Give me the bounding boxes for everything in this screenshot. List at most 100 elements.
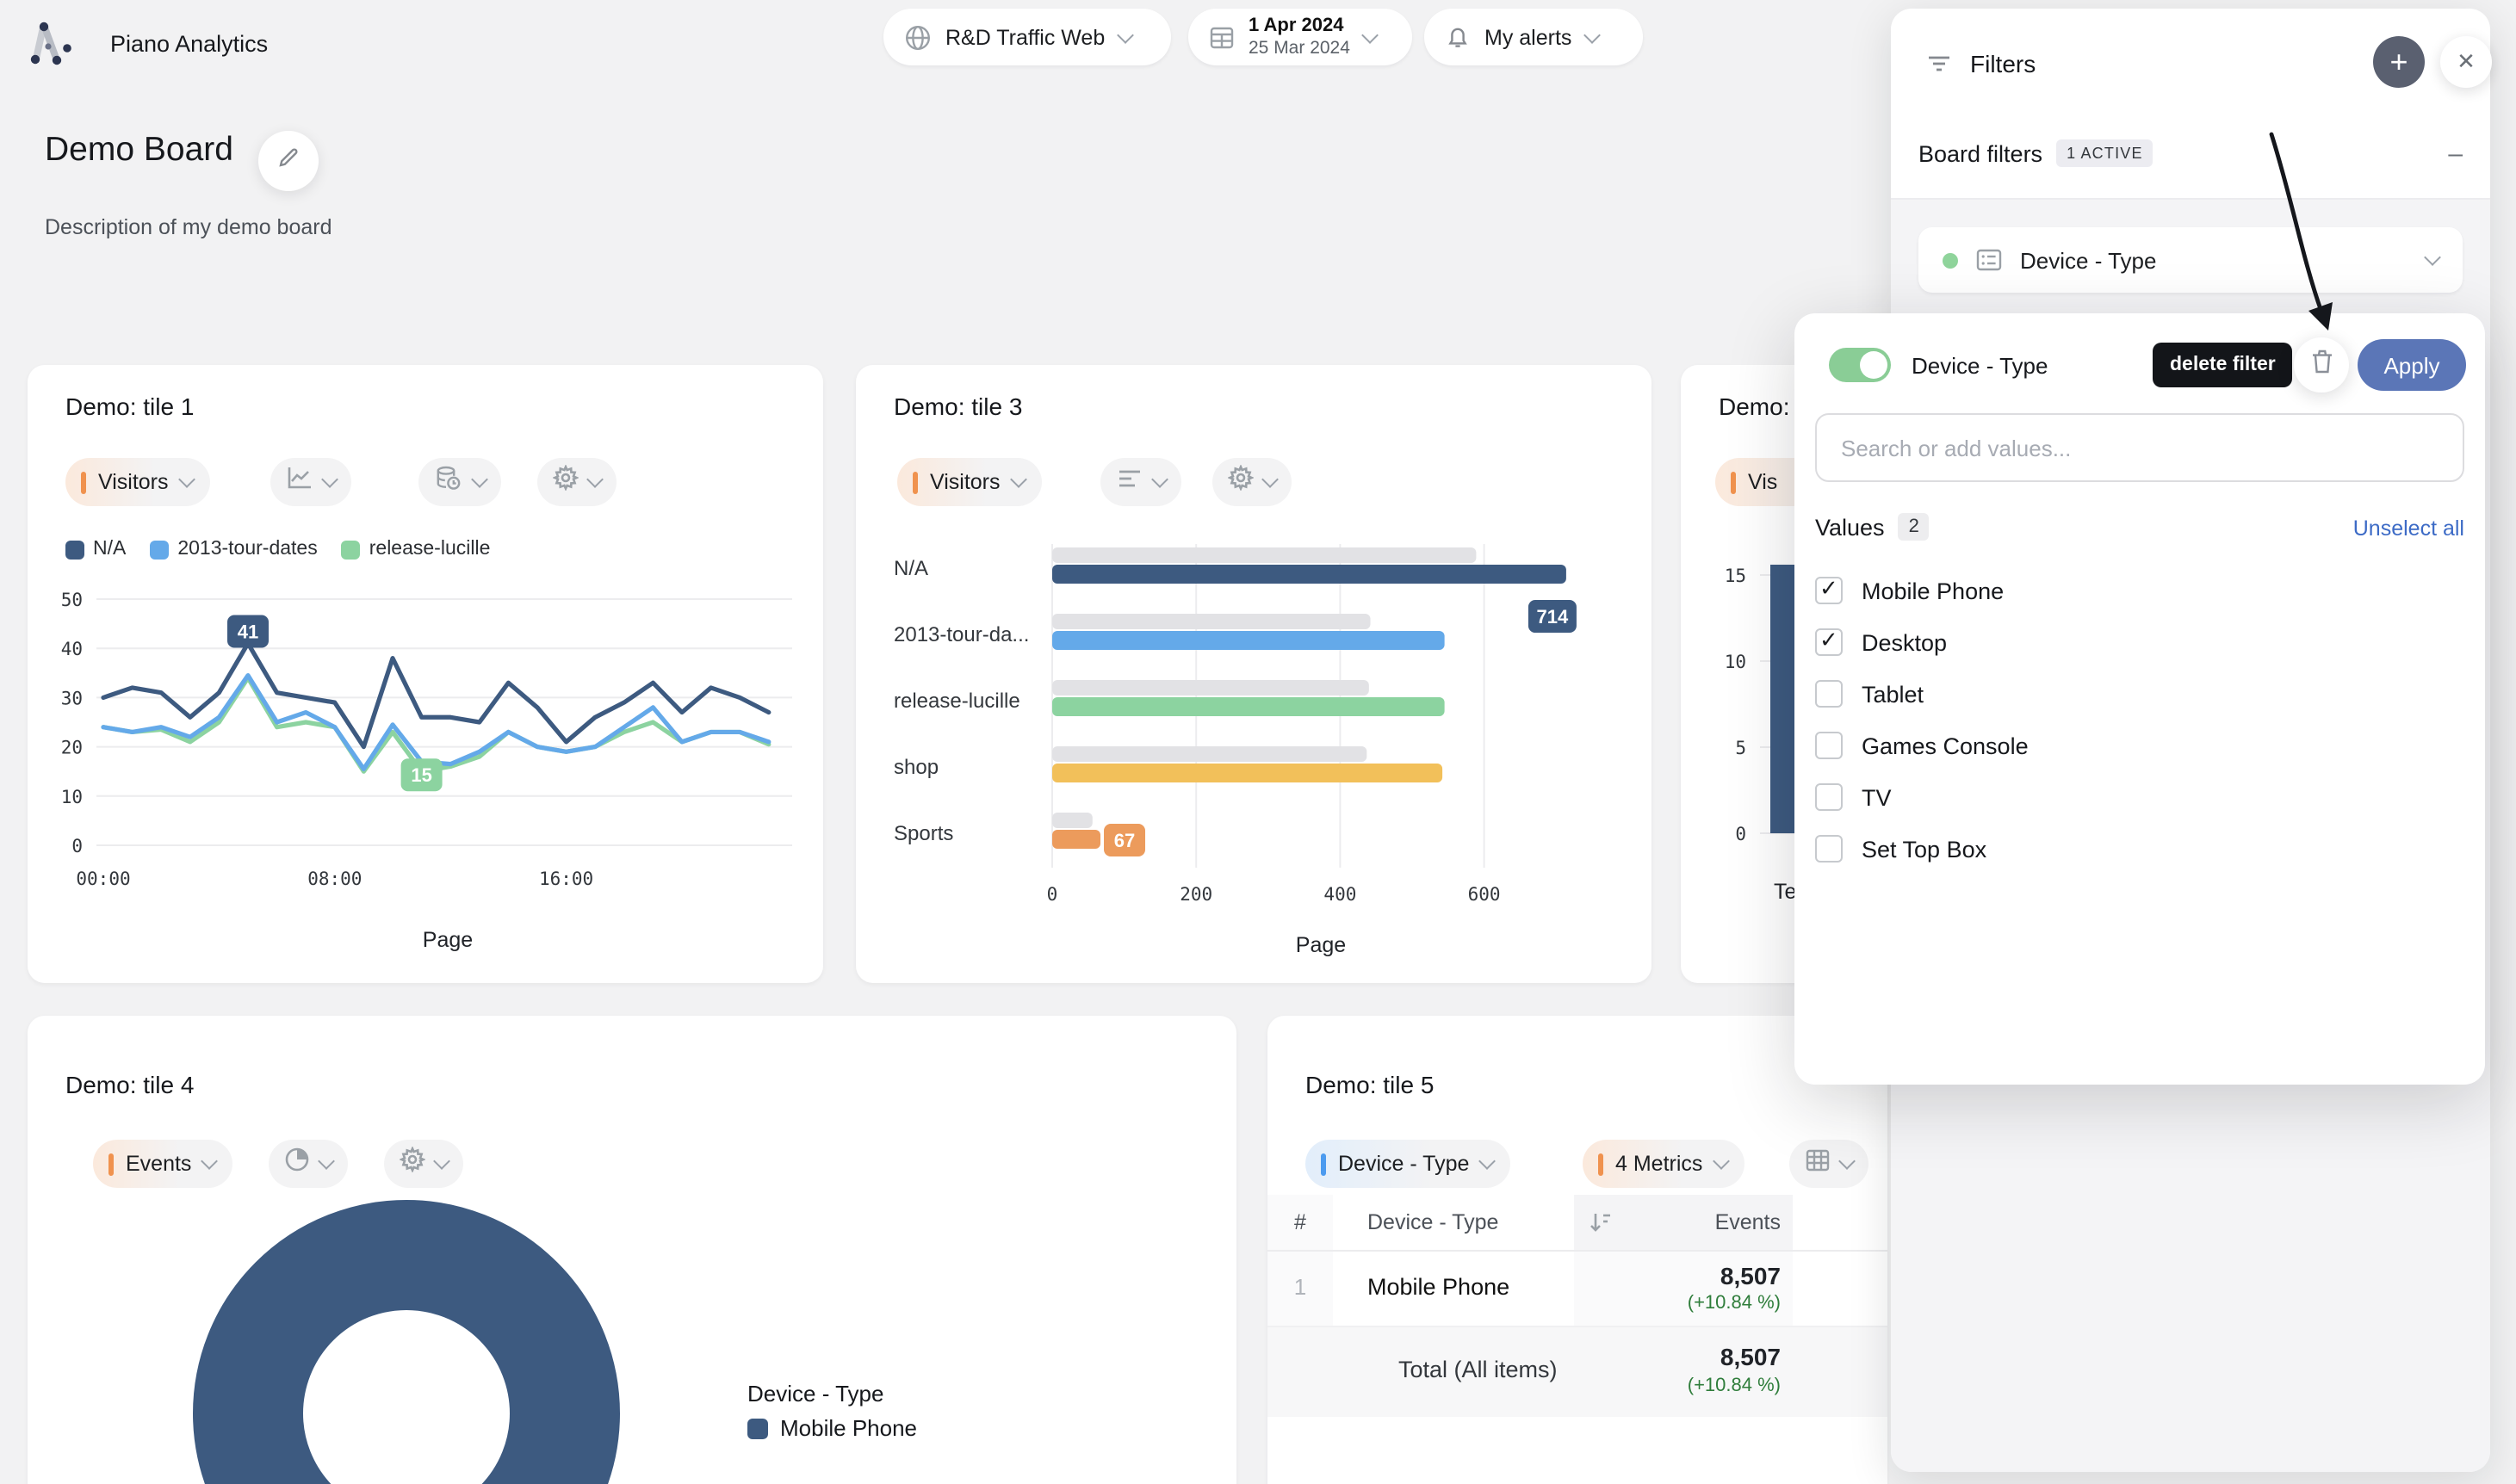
metric-color-bar — [81, 471, 86, 493]
filter-lines-icon — [1925, 52, 1953, 84]
chevron-down-icon — [1116, 26, 1133, 43]
site-selector[interactable]: R&D Traffic Web — [883, 9, 1171, 65]
bell-icon — [1445, 24, 1471, 50]
value-label: Desktop — [1862, 629, 1947, 655]
tile3-settings-button[interactable] — [1212, 458, 1292, 506]
board-title: Demo Board — [45, 131, 233, 170]
tile1-metric-selector[interactable]: Visitors — [65, 458, 210, 506]
svg-text:5: 5 — [1735, 738, 1746, 758]
chevron-down-icon — [1838, 1153, 1856, 1170]
tile3-chart-type-button[interactable] — [1100, 458, 1181, 506]
edit-board-button[interactable] — [258, 131, 319, 191]
gear-icon — [553, 465, 579, 499]
legend-swatch — [747, 1418, 768, 1438]
filter-row-label: Device - Type — [2020, 247, 2409, 273]
values-header: Values 2 — [1815, 513, 1930, 541]
legend-swatch — [65, 540, 84, 559]
checkbox-checked[interactable] — [1815, 577, 1843, 604]
add-filter-button[interactable]: + — [2373, 36, 2425, 88]
divider — [1891, 198, 2490, 200]
value-checkbox-row[interactable]: Mobile Phone — [1815, 565, 2464, 616]
alerts-menu[interactable]: My alerts — [1424, 9, 1643, 65]
filter-values-list: Mobile Phone Desktop TabletGames Console TV… — [1815, 565, 2464, 875]
value-checkbox-row[interactable]: Tablet — [1815, 668, 2464, 720]
app-root: Piano Analytics R&D Traffic Web 1 Apr 20… — [0, 0, 2516, 1484]
row-events-delta: (+10.84 %) — [1688, 1293, 1781, 1314]
chevron-down-icon — [1583, 26, 1601, 43]
tile5-metrics-selector[interactable]: 4 Metrics — [1583, 1140, 1744, 1188]
chevron-down-icon — [1713, 1153, 1730, 1170]
tile5-metrics-label: 4 Metrics — [1615, 1152, 1702, 1176]
checkbox-unchecked[interactable] — [1815, 783, 1843, 811]
svg-text:00:00: 00:00 — [76, 869, 130, 889]
dimension-column-header[interactable]: Device - Type — [1367, 1210, 1498, 1234]
row-dimension-value: Mobile Phone — [1367, 1274, 1509, 1300]
globe-icon — [904, 23, 932, 51]
tile5-data-table: # Device - Type Events 1 Mobile Phone 8,… — [1267, 1195, 1887, 1417]
row-events-value: 8,507 — [1720, 1262, 1781, 1289]
tile5-chart-type-button[interactable] — [1789, 1140, 1868, 1188]
date-range-values: 1 Apr 2024 25 Mar 2024 — [1249, 15, 1350, 58]
table-header-row: # Device - Type Events — [1267, 1195, 1887, 1252]
value-label: Set Top Box — [1862, 836, 1986, 862]
delete-filter-tooltip: delete filter — [2153, 343, 2293, 387]
legend-swatch — [150, 540, 169, 559]
svg-text:0: 0 — [71, 836, 83, 856]
unselect-all-link[interactable]: Unselect all — [2353, 516, 2464, 541]
checkbox-unchecked[interactable] — [1815, 732, 1843, 759]
checkbox-unchecked[interactable] — [1815, 835, 1843, 863]
filter-row-device-type[interactable]: Device - Type — [1918, 227, 2463, 293]
board-filters-section-header: Board filters 1 ACTIVE — [1918, 139, 2153, 167]
tile3-metric-label: Visitors — [930, 470, 1001, 494]
values-label: Values — [1815, 514, 1885, 540]
close-filters-button[interactable]: ✕ — [2440, 36, 2492, 88]
value-checkbox-row[interactable]: Games Console — [1815, 720, 2464, 771]
tile4-legend-label: Mobile Phone — [780, 1415, 917, 1441]
search-values-input[interactable] — [1815, 413, 2464, 482]
value-checkbox-row[interactable]: Set Top Box — [1815, 823, 2464, 875]
value-checkbox-row[interactable]: TV — [1815, 771, 2464, 823]
line-chart-icon — [286, 465, 313, 499]
svg-text:0: 0 — [1735, 824, 1746, 844]
chevron-down-icon — [1261, 471, 1279, 488]
filter-enabled-toggle[interactable] — [1829, 348, 1891, 382]
tile1-settings-button[interactable] — [537, 458, 617, 506]
svg-text:200: 200 — [1180, 884, 1212, 905]
chevron-down-icon — [1361, 26, 1379, 43]
database-clock-icon — [434, 464, 463, 500]
legend-item[interactable]: 2013-tour-dates — [150, 539, 317, 560]
table-row[interactable]: 1 Mobile Phone 8,507 (+10.84 %) — [1267, 1252, 1887, 1327]
tile1-chart-type-button[interactable] — [270, 458, 351, 506]
svg-text:release-lucille: release-lucille — [894, 689, 1020, 713]
chevron-down-icon — [1010, 471, 1027, 488]
checkbox-unchecked[interactable] — [1815, 680, 1843, 708]
gear-icon — [1228, 465, 1254, 499]
rank-column-header[interactable]: # — [1267, 1210, 1333, 1234]
legend-item[interactable]: N/A — [65, 539, 126, 560]
collapse-section-icon[interactable]: – — [2448, 139, 2463, 169]
tile3-metric-selector[interactable]: Visitors — [897, 458, 1042, 506]
delete-filter-button[interactable] — [2294, 337, 2349, 393]
tile1-data-source-button[interactable] — [418, 458, 501, 506]
tile5-dimension-selector[interactable]: Device - Type — [1305, 1140, 1510, 1188]
apply-filter-button[interactable]: Apply — [2358, 339, 2466, 391]
table-icon — [1805, 1147, 1831, 1180]
value-checkbox-row[interactable]: Desktop — [1815, 616, 2464, 668]
tile5-title: Demo: tile 5 — [1305, 1071, 1434, 1098]
chevron-down-icon — [586, 471, 604, 488]
legend-item[interactable]: release-lucille — [342, 539, 491, 560]
metric-color-bar — [913, 471, 918, 493]
svg-text:shop: shop — [894, 756, 939, 779]
events-column-header[interactable]: Events — [1715, 1210, 1781, 1234]
metric-color-bar — [1598, 1153, 1603, 1175]
tile-demo-3: Demo: tile 3 Visitors 0200400600N/A — [856, 365, 1652, 983]
chevron-down-icon — [433, 1153, 450, 1170]
sort-descending-icon[interactable] — [1588, 1210, 1614, 1240]
filter-edit-popover: Device - Type delete filter Apply Values… — [1794, 313, 2485, 1085]
date-start: 1 Apr 2024 — [1249, 15, 1350, 37]
checkbox-checked[interactable] — [1815, 628, 1843, 656]
row-rank: 1 — [1267, 1274, 1333, 1300]
list-values-icon — [1975, 248, 2003, 272]
date-range-picker[interactable]: 1 Apr 2024 25 Mar 2024 — [1188, 9, 1412, 65]
value-label: TV — [1862, 784, 1892, 810]
